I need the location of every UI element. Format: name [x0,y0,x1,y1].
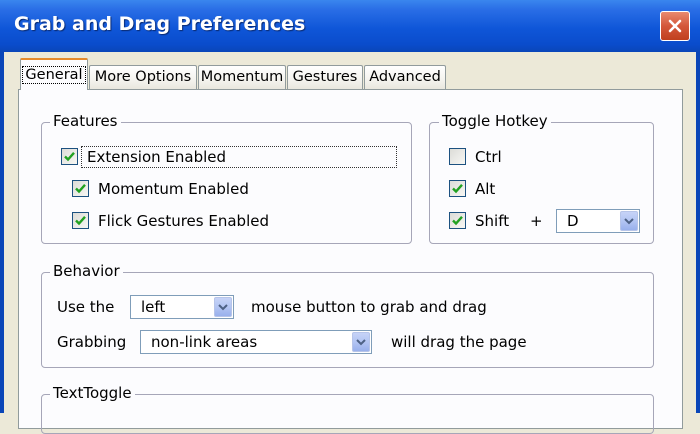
tab-general-label: General [22,66,86,84]
checkmark-icon [452,183,463,194]
preferences-window: Grab and Drag Preferences General More O… [0,0,700,434]
chevron-down-icon [218,304,228,311]
title-bar[interactable]: Grab and Drag Preferences [0,0,700,52]
close-icon [668,19,682,33]
extension-enabled-checkbox[interactable] [61,148,78,165]
alt-checkbox[interactable] [449,180,466,197]
tab-more-options[interactable]: More Options [89,65,197,89]
dropdown-button[interactable] [352,332,370,352]
tab-momentum[interactable]: Momentum [198,65,286,89]
window-frame-left [0,52,4,413]
checkmark-icon [75,183,86,194]
grabbing-label: Grabbing [57,333,127,351]
chevron-down-icon [624,218,634,225]
window-title: Grab and Drag Preferences [14,13,306,35]
chevron-down-icon [356,339,366,346]
mouse-button-suffix-label: mouse button to grab and drag [251,298,487,316]
grab-area-suffix-label: will drag the page [391,333,527,351]
momentum-enabled-checkbox[interactable] [72,180,89,197]
dropdown-button[interactable] [620,211,638,231]
tab-gestures[interactable]: Gestures [287,65,363,89]
shift-checkbox[interactable] [449,212,466,229]
mouse-button-value: left [141,298,166,316]
plus-sign: + [530,212,543,230]
text-toggle-legend: TextToggle [50,384,135,402]
tab-momentum-label: Momentum [200,69,284,85]
alt-label[interactable]: Alt [475,180,495,198]
checkmark-icon [75,215,86,226]
toggle-hotkey-legend: Toggle Hotkey [439,112,551,130]
ctrl-label[interactable]: Ctrl [475,148,502,166]
close-button[interactable] [660,11,690,41]
use-the-label: Use the [57,298,115,316]
momentum-enabled-label[interactable]: Momentum Enabled [98,180,249,198]
flick-gestures-enabled-checkbox[interactable] [72,212,89,229]
checkmark-icon [64,151,75,162]
grab-area-value: non-link areas [151,333,258,351]
mouse-button-select[interactable]: left [130,295,234,319]
window-frame-right [696,52,700,413]
tab-advanced-label: Advanced [369,69,441,85]
tab-general[interactable]: General [20,58,88,90]
tab-advanced[interactable]: Advanced [364,65,446,89]
grab-area-select[interactable]: non-link areas [140,330,372,354]
tab-gestures-label: Gestures [292,69,358,85]
shift-label[interactable]: Shift [475,212,509,230]
tab-more-options-label: More Options [94,69,192,85]
hotkey-key-select[interactable]: D [556,209,640,233]
extension-enabled-label[interactable]: Extension Enabled [87,148,226,166]
checkmark-icon [452,215,463,226]
behavior-legend: Behavior [50,262,123,280]
features-legend: Features [50,112,121,130]
flick-gestures-enabled-label[interactable]: Flick Gestures Enabled [98,212,269,230]
hotkey-key-value: D [567,212,579,230]
dropdown-button[interactable] [214,297,232,317]
ctrl-checkbox[interactable] [449,148,466,165]
